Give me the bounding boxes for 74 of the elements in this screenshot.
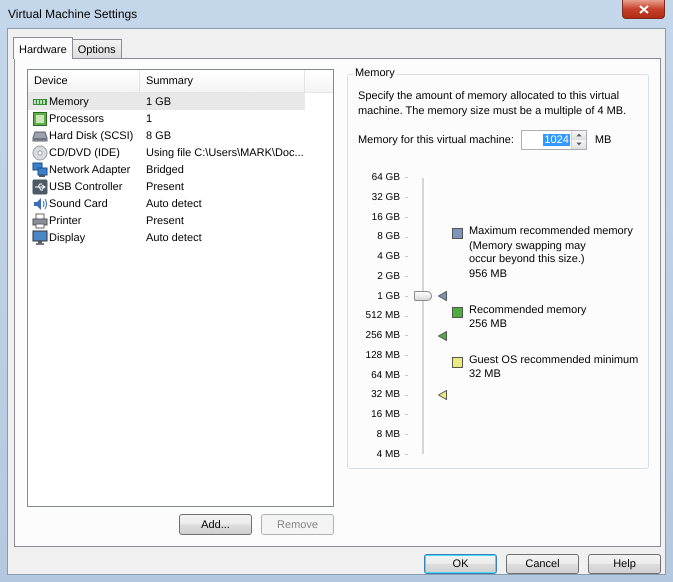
device-name: Printer	[49, 214, 82, 226]
device-summary: Present	[145, 214, 184, 226]
close-icon	[638, 4, 648, 14]
scale-label: 64 GB	[372, 172, 400, 183]
scale-label: 2 GB	[377, 270, 400, 282]
device-row[interactable]: USB Controller Present	[28, 178, 305, 195]
device-row[interactable]: Hard Disk (SCSI) 8 GB	[28, 127, 305, 144]
device-name: CD/DVD (IDE)	[49, 146, 120, 158]
scale-label: 4 GB	[377, 251, 400, 262]
device-summary: Auto detect	[145, 198, 202, 210]
scale-label: 4 MB	[376, 448, 400, 460]
device-name: Memory	[49, 96, 89, 108]
device-name: Processors	[49, 112, 104, 124]
device-summary: Using file C:\Users\MARK\Doc...	[145, 146, 304, 158]
column-header[interactable]: Device	[28, 70, 140, 92]
spin-up-icon[interactable]	[572, 131, 586, 140]
device-summary: 1 GB	[145, 96, 172, 108]
device-summary: 1	[145, 112, 152, 124]
scale-label: 16 GB	[372, 212, 400, 222]
legend-value: 956 MB	[469, 268, 508, 280]
scale-label: 1 GB	[377, 290, 400, 302]
device-row[interactable]: CD/DVD (IDE) Using file C:\Users\MARK\Doc...	[28, 144, 305, 161]
disc-icon	[32, 144, 48, 160]
scale-label: 512 MB	[366, 310, 400, 322]
tab[interactable]: Options	[72, 39, 122, 58]
device-row[interactable]: Sound Card Auto detect	[28, 195, 305, 212]
device-name: Hard Disk (SCSI)	[49, 130, 134, 142]
window-title: Virtual Machine Settings	[8, 7, 138, 21]
usb-icon	[32, 178, 48, 194]
legend-value: 32 MB	[469, 368, 502, 380]
device-name: Network Adapter	[49, 164, 130, 176]
tab[interactable]: Hardware	[13, 37, 73, 59]
group-title: Memory	[353, 67, 397, 79]
device-summary: Present	[145, 180, 184, 192]
spin-down-icon[interactable]	[572, 140, 586, 149]
device-summary: Auto detect	[145, 232, 202, 244]
scale-label: 32 MB	[371, 389, 400, 400]
network-icon	[32, 162, 48, 178]
add-button[interactable]: Add...	[179, 514, 252, 535]
description: Specify the amount of memory allocated to this virtual machine. The memory size must be a multiple of 4 MB.	[358, 89, 628, 119]
help-button[interactable]: Help	[588, 554, 661, 574]
device-name: Sound Card	[49, 198, 108, 210]
device-summary: Bridged	[145, 164, 184, 176]
field-label: Memory for this virtual machine:	[358, 134, 514, 146]
device-summary: 8 GB	[145, 130, 172, 142]
legend-note: (Memory swapping may occur beyond this size.)	[469, 240, 587, 266]
legend-value: 256 MB	[469, 318, 508, 330]
slider-thumb[interactable]	[414, 291, 432, 302]
monitor-icon	[32, 230, 48, 246]
ok-button[interactable]: OK	[424, 554, 497, 574]
scale-label: 64 MB	[371, 370, 400, 380]
scale-label: 8 GB	[377, 231, 400, 242]
device-row[interactable]: Processors 1	[28, 110, 305, 127]
device-row[interactable]: Printer Present	[28, 212, 305, 229]
legend-label: Maximum recommended memory	[469, 225, 633, 237]
scale-label: 32 GB	[372, 192, 400, 203]
scale-label: 8 MB	[376, 428, 400, 440]
device-row[interactable]: Network Adapter Bridged	[28, 161, 305, 178]
printer-icon	[32, 212, 48, 228]
speaker-icon	[32, 196, 48, 212]
unit-label: MB	[594, 134, 612, 146]
close-button[interactable]	[622, 0, 665, 19]
scale-label: 128 MB	[366, 350, 400, 361]
scale-label: 16 MB	[371, 409, 400, 420]
device-name: USB Controller	[49, 180, 122, 192]
processor-icon	[32, 110, 48, 126]
scale-label: 256 MB	[366, 330, 400, 341]
legend-label: Guest OS recommended minimum	[469, 354, 638, 366]
device-row[interactable]: Memory 1 GB	[28, 93, 305, 110]
legend-label: Recommended memory	[469, 304, 586, 316]
cancel-button[interactable]: Cancel	[506, 554, 579, 574]
column-header[interactable]: Summary	[140, 70, 305, 92]
device-row[interactable]: Display Auto detect	[28, 229, 305, 246]
device-name: Display	[49, 232, 86, 244]
